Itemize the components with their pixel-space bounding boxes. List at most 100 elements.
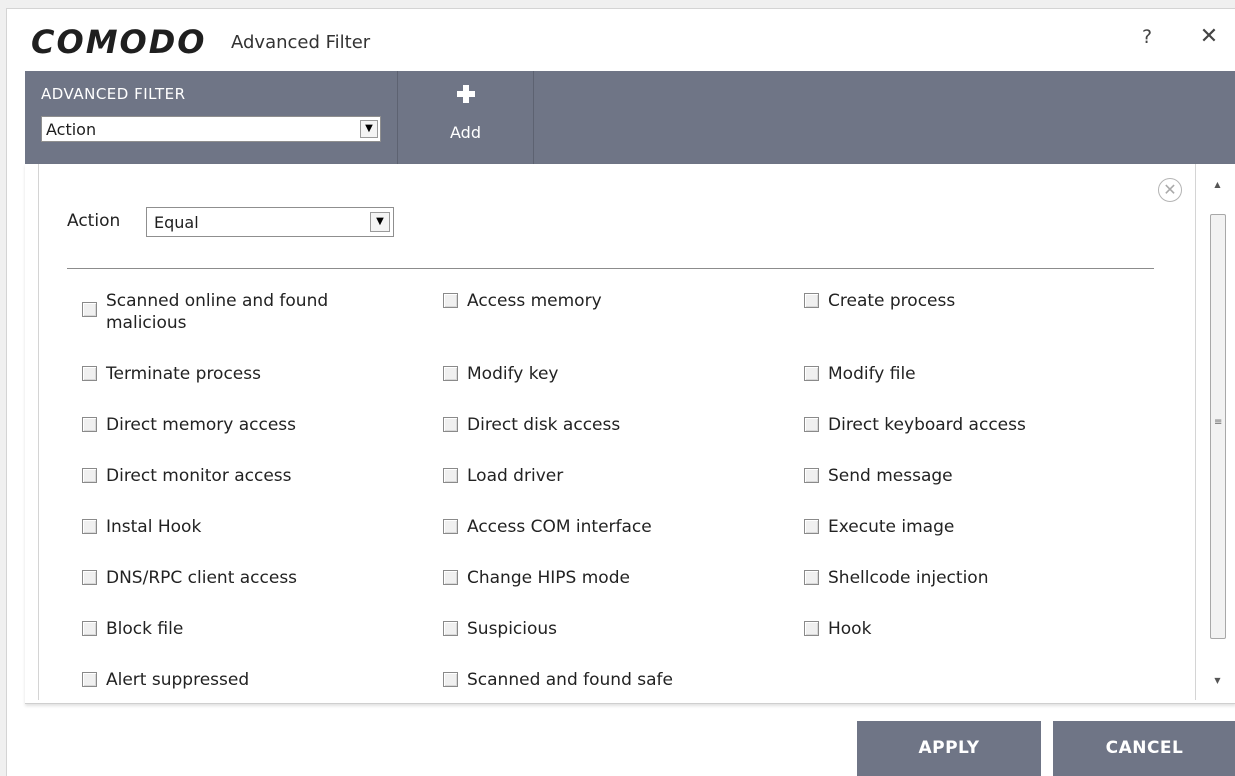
plus-icon [457, 85, 475, 103]
checkbox-label: Block file [106, 619, 184, 639]
action-option-checkbox[interactable]: Scanned and found safe [443, 669, 737, 691]
scroll-down-arrow-icon[interactable]: ▼ [1209, 672, 1226, 689]
action-option-checkbox[interactable]: Create process [804, 290, 1098, 312]
action-option-checkbox[interactable]: Suspicious [443, 618, 737, 640]
toolbar-divider [533, 71, 534, 164]
checkbox-label: Modify key [467, 364, 559, 384]
filter-condition-panel: ✕ Action Equal ▼ Scanned online and foun… [25, 164, 1235, 704]
checkbox-label: Alert suppressed [106, 670, 250, 690]
advanced-filter-dialog: COMODO Advanced Filter ? ✕ ADVANCED FILT… [6, 8, 1235, 776]
checkbox-label: Change HIPS mode [467, 568, 630, 588]
dropdown-arrow-icon[interactable]: ▼ [360, 120, 378, 138]
action-option-checkbox[interactable]: Access COM interface [443, 516, 737, 538]
dropdown-arrow-icon[interactable]: ▼ [370, 212, 390, 232]
vertical-scrollbar[interactable]: ▲ ≡ ▼ [1209, 164, 1226, 700]
action-option-checkbox[interactable]: Terminate process [82, 363, 376, 385]
grip-icon: ≡ [1214, 417, 1223, 428]
checkbox-label: Shellcode injection [828, 568, 989, 588]
checkbox-label: Send message [828, 466, 953, 486]
close-button[interactable]: ✕ [1194, 23, 1224, 51]
action-option-checkbox[interactable]: Direct monitor access [82, 465, 376, 487]
checkbox-label: Direct monitor access [106, 466, 292, 486]
condition-field-label: Action [67, 211, 121, 231]
checkbox-label: DNS/RPC client access [106, 568, 298, 588]
operator-value: Equal [154, 213, 199, 232]
filter-selector-section: ADVANCED FILTER Action ▼ [25, 71, 397, 164]
scrollbar-thumb[interactable]: ≡ [1210, 214, 1226, 639]
checkbox[interactable] [82, 672, 97, 687]
checkbox-label: Terminate process [106, 364, 261, 384]
checkbox-label: Access COM interface [467, 517, 652, 537]
action-option-checkbox[interactable]: Shellcode injection [804, 567, 1098, 589]
panel-border-left [38, 164, 39, 700]
checkbox-label: Direct keyboard access [828, 415, 1026, 435]
filter-type-dropdown[interactable]: Action ▼ [41, 116, 381, 142]
checkbox[interactable] [804, 621, 819, 636]
action-option-checkbox[interactable]: Hook [804, 618, 1098, 640]
checkbox[interactable] [804, 570, 819, 585]
checkbox-label: Scanned online and found malicious [106, 291, 329, 333]
scroll-up-arrow-icon[interactable]: ▲ [1209, 176, 1226, 193]
checkbox[interactable] [443, 366, 458, 381]
checkbox[interactable] [82, 366, 97, 381]
add-button[interactable]: Add [398, 71, 533, 164]
checkbox[interactable] [443, 570, 458, 585]
checkbox[interactable] [443, 672, 458, 687]
checkbox[interactable] [82, 519, 97, 534]
action-option-checkbox[interactable]: Direct keyboard access [804, 414, 1098, 436]
filter-type-value: Action [46, 120, 97, 139]
checkbox[interactable] [82, 468, 97, 483]
action-option-checkbox[interactable]: Scanned online and found malicious [82, 290, 361, 334]
action-option-checkbox[interactable]: DNS/RPC client access [82, 567, 376, 589]
checkbox[interactable] [804, 468, 819, 483]
checkbox[interactable] [443, 417, 458, 432]
operator-dropdown[interactable]: Equal ▼ [146, 207, 394, 237]
apply-button[interactable]: APPLY [857, 721, 1041, 776]
action-option-checkbox[interactable]: Direct memory access [82, 414, 376, 436]
checkbox[interactable] [443, 468, 458, 483]
checkbox-label: Scanned and found safe [467, 670, 673, 690]
checkbox-label: Load driver [467, 466, 564, 486]
action-option-checkbox[interactable]: Instal Hook [82, 516, 376, 538]
checkbox[interactable] [82, 570, 97, 585]
checkbox-label: Create process [828, 291, 956, 311]
window-title: Advanced Filter [231, 32, 371, 53]
title-bar: COMODO Advanced Filter ? ✕ [7, 9, 1235, 71]
action-option-checkbox[interactable]: Direct disk access [443, 414, 737, 436]
checkbox[interactable] [804, 417, 819, 432]
action-option-checkbox[interactable]: Send message [804, 465, 1098, 487]
comodo-logo: COMODO [31, 23, 207, 61]
advanced-filter-label: ADVANCED FILTER [41, 85, 186, 103]
checkbox-label: Direct memory access [106, 415, 297, 435]
action-option-checkbox[interactable]: Alert suppressed [82, 669, 376, 691]
checkbox[interactable] [804, 293, 819, 308]
checkbox[interactable] [82, 302, 97, 317]
action-option-checkbox[interactable]: Load driver [443, 465, 737, 487]
separator [67, 268, 1154, 269]
checkbox[interactable] [443, 293, 458, 308]
action-option-checkbox[interactable]: Access memory [443, 290, 737, 312]
cancel-button[interactable]: CANCEL [1053, 721, 1235, 776]
checkbox[interactable] [804, 366, 819, 381]
action-option-checkbox[interactable]: Block file [82, 618, 376, 640]
checkbox[interactable] [804, 519, 819, 534]
filter-toolbar: ADVANCED FILTER Action ▼ Add [25, 71, 1235, 164]
checkbox-label: Hook [828, 619, 872, 639]
panel-border-right [1195, 164, 1196, 700]
checkbox[interactable] [443, 519, 458, 534]
action-option-checkbox[interactable]: Modify key [443, 363, 737, 385]
checkbox[interactable] [82, 621, 97, 636]
checkbox-label: Instal Hook [106, 517, 202, 537]
action-option-checkbox[interactable]: Modify file [804, 363, 1098, 385]
checkbox[interactable] [443, 621, 458, 636]
action-option-checkbox[interactable]: Execute image [804, 516, 1098, 538]
add-label: Add [450, 123, 481, 142]
checkbox-label: Modify file [828, 364, 916, 384]
action-option-checkbox[interactable]: Change HIPS mode [443, 567, 737, 589]
checkbox-label: Execute image [828, 517, 955, 537]
checkbox[interactable] [82, 417, 97, 432]
checkbox-label: Access memory [467, 291, 602, 311]
remove-condition-icon[interactable]: ✕ [1158, 178, 1182, 202]
checkbox-label: Suspicious [467, 619, 558, 639]
help-button[interactable]: ? [1135, 23, 1159, 51]
